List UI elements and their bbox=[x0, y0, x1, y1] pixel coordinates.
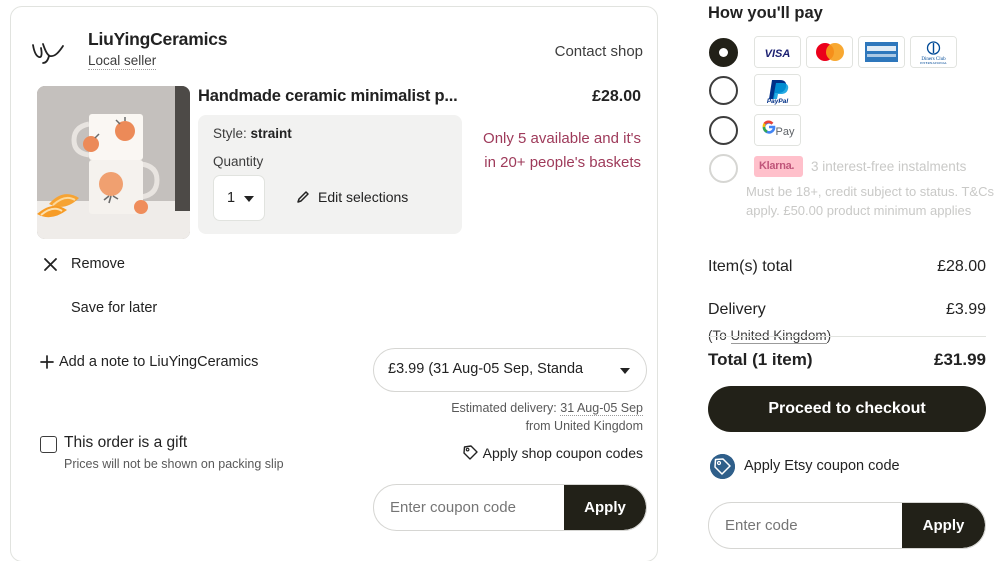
close-icon bbox=[44, 258, 57, 271]
shop-logo-monogram-icon bbox=[28, 35, 68, 67]
etsy-code-entry: Apply bbox=[708, 502, 986, 549]
remove-label: Remove bbox=[71, 256, 125, 272]
visa-icon: VISA bbox=[754, 36, 801, 68]
klarna-terms-note: Must be 18+, credit subject to status. T… bbox=[746, 184, 994, 218]
apply-etsy-coupon-link[interactable]: Apply Etsy coupon code bbox=[708, 454, 986, 482]
shipping-option-value: £3.99 (31 Aug-05 Sep, Standa bbox=[388, 361, 584, 377]
gift-checkbox-label[interactable]: This order is a gift bbox=[64, 434, 187, 452]
american-express-icon bbox=[858, 36, 905, 68]
estimated-delivery-origin: from United Kingdom bbox=[525, 419, 643, 433]
etsy-code-apply-button[interactable]: Apply bbox=[902, 503, 985, 548]
coupon-apply-button[interactable]: Apply bbox=[564, 485, 646, 530]
items-total-row: Item(s) total £28.00 bbox=[708, 258, 986, 286]
chevron-down-icon bbox=[620, 368, 630, 374]
etsy-code-input[interactable] bbox=[709, 503, 904, 548]
contact-shop-link[interactable]: Contact shop bbox=[555, 43, 643, 60]
estimated-delivery-prefix: Estimated delivery: bbox=[451, 401, 557, 415]
apply-etsy-coupon-label: Apply Etsy coupon code bbox=[744, 458, 900, 474]
remove-button[interactable]: Remove bbox=[44, 256, 125, 272]
add-note-label: Add a note to LiuYingCeramics bbox=[59, 354, 259, 370]
how-youll-pay-title: How you'll pay bbox=[708, 4, 823, 22]
klarna-icon: Klarna. bbox=[754, 156, 803, 177]
mastercard-icon bbox=[806, 36, 853, 68]
apply-shop-coupon-link[interactable]: Apply shop coupon codes bbox=[462, 445, 643, 461]
checkout-page: LiuYingCeramics Local seller Contact sho… bbox=[0, 0, 1000, 561]
cart-item-card: LiuYingCeramics Local seller Contact sho… bbox=[10, 6, 658, 561]
style-prefix: Style: bbox=[213, 126, 247, 141]
plus-icon bbox=[40, 355, 54, 369]
edit-selections-label: Edit selections bbox=[318, 189, 409, 205]
variation-box: Style: straint Quantity 1 Edit selection… bbox=[198, 115, 462, 234]
tag-icon bbox=[462, 445, 478, 460]
items-total-label: Item(s) total bbox=[708, 258, 793, 275]
paypal-icon: PayPal bbox=[754, 74, 801, 106]
etsy-coupon-tag-icon bbox=[710, 454, 735, 479]
svg-text:INTERNATIONAL: INTERNATIONAL bbox=[920, 61, 947, 65]
pencil-icon bbox=[297, 191, 309, 203]
svg-text:VISA: VISA bbox=[765, 48, 791, 60]
shop-coupon-entry: Apply bbox=[373, 484, 647, 531]
grand-total-value: £31.99 bbox=[934, 350, 986, 369]
svg-text:Pay: Pay bbox=[776, 126, 795, 138]
coupon-code-input[interactable] bbox=[374, 485, 566, 530]
payment-method-klarna[interactable]: Klarna. 3 interest-free instalments Must… bbox=[708, 152, 994, 252]
klarna-wordmark: Klarna. bbox=[759, 160, 795, 172]
delivery-value: £3.99 bbox=[945, 301, 986, 318]
style-value: straint bbox=[250, 126, 292, 141]
product-price: £28.00 bbox=[592, 88, 641, 105]
items-total-value: £28.00 bbox=[937, 258, 986, 275]
product-thumbnail[interactable] bbox=[37, 86, 190, 239]
shop-header: LiuYingCeramics Local seller Contact sho… bbox=[28, 29, 643, 79]
save-for-later-button[interactable]: Save for later bbox=[71, 300, 157, 316]
svg-text:PayPal: PayPal bbox=[767, 98, 789, 105]
grand-total-row: Total (1 item) £31.99 bbox=[708, 350, 986, 376]
apply-shop-coupon-label: Apply shop coupon codes bbox=[482, 445, 643, 461]
chevron-down-icon bbox=[244, 196, 254, 202]
delivery-row: Delivery £3.99 (To United Kingdom) bbox=[708, 301, 986, 344]
payment-method-paypal[interactable]: PayPal bbox=[708, 74, 990, 110]
quantity-value: 1 bbox=[227, 190, 236, 206]
radio-klarna[interactable] bbox=[709, 154, 738, 183]
grand-total-label: Total (1 item) bbox=[708, 350, 813, 369]
gift-sub-label: Prices will not be shown on packing slip bbox=[64, 457, 284, 471]
radio-paypal[interactable] bbox=[709, 76, 738, 105]
local-seller-badge[interactable]: Local seller bbox=[88, 53, 157, 70]
payment-method-google-pay[interactable]: Pay bbox=[708, 114, 990, 150]
estimated-delivery: Estimated delivery: 31 Aug-05 Sep from U… bbox=[343, 399, 643, 435]
product-title[interactable]: Handmade ceramic minimalist p... bbox=[198, 87, 480, 106]
klarna-instalments-text: 3 interest-free instalments bbox=[811, 159, 967, 174]
gift-checkbox[interactable] bbox=[40, 436, 57, 453]
shop-name[interactable]: LiuYingCeramics bbox=[88, 29, 228, 50]
proceed-to-checkout-button[interactable]: Proceed to checkout bbox=[708, 386, 986, 432]
delivery-label: Delivery bbox=[708, 301, 766, 318]
totals-divider bbox=[708, 336, 986, 337]
quantity-stepper[interactable]: 1 bbox=[213, 175, 265, 221]
radio-credit-card[interactable] bbox=[709, 38, 738, 67]
radio-google-pay[interactable] bbox=[709, 116, 738, 145]
order-totals: Item(s) total £28.00 Delivery £3.99 (To … bbox=[708, 258, 986, 369]
payment-method-credit-card[interactable]: VISA Diners Club INTERNATIONAL bbox=[708, 36, 990, 72]
variation-style: Style: straint bbox=[213, 126, 292, 141]
quantity-label: Quantity bbox=[213, 154, 264, 169]
shipping-option-select[interactable]: £3.99 (31 Aug-05 Sep, Standa bbox=[373, 348, 647, 392]
add-note-button[interactable]: Add a note to LiuYingCeramics bbox=[40, 354, 259, 370]
stock-warning: Only 5 available and it's in 20+ people'… bbox=[483, 130, 641, 171]
google-pay-icon: Pay bbox=[754, 114, 801, 146]
diners-club-icon: Diners Club INTERNATIONAL bbox=[910, 36, 957, 68]
edit-selections-button[interactable]: Edit selections bbox=[297, 189, 409, 205]
estimated-delivery-dates: 31 Aug-05 Sep bbox=[560, 401, 643, 416]
